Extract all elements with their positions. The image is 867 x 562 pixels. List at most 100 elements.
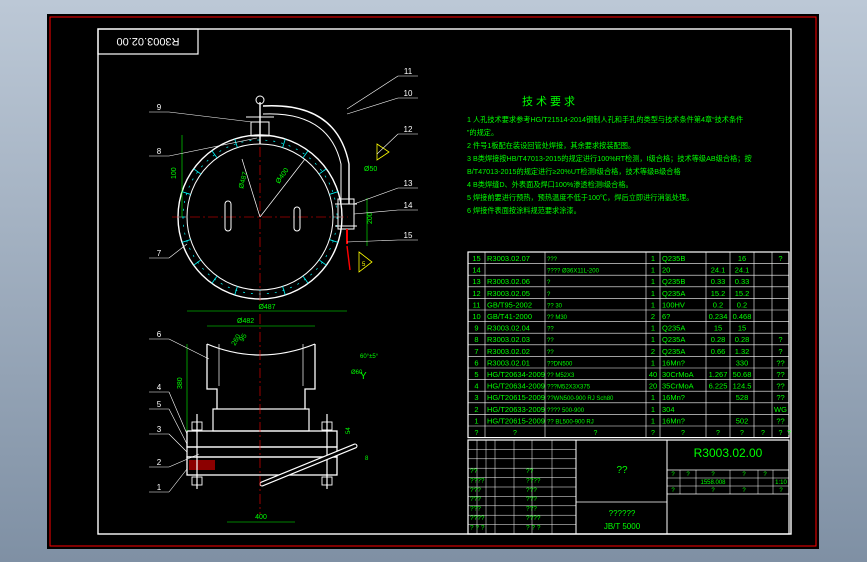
bom-cell-no: 8	[474, 335, 478, 344]
tech-line: 6 焊接件表面按涂料规范要求涂漆。	[467, 206, 581, 215]
tblock-small: ?	[779, 488, 783, 494]
bom-cell-code: HG/T20634-2009	[487, 382, 545, 391]
bom-cell-note: ??	[776, 416, 784, 425]
bom-header-cell: ?	[681, 430, 685, 437]
tblock-left-value: ???	[526, 506, 537, 513]
tblock-small: ?	[711, 488, 715, 494]
weld-symbol-1	[358, 251, 373, 273]
balloon-4: 4	[157, 383, 162, 392]
bom-cell-w1: 15.2	[711, 289, 726, 298]
bolt-tick	[302, 150, 309, 159]
tblock-left-value: ???	[526, 487, 537, 494]
tblock-company: ??????	[609, 509, 636, 518]
bom-header-cell: ?	[475, 430, 479, 437]
bom-cell-code: HG/T20634-2009	[487, 370, 545, 379]
tech-line: 5 焊接前要进行预热，预热温度不低于100℃，焊后立即进行消氢处理。	[467, 193, 693, 202]
tblock-left-value: ????	[526, 477, 541, 484]
bolt-tick	[329, 239, 339, 243]
bom-cell-code: R3003.02.07	[487, 254, 530, 263]
inner-border	[97, 28, 792, 535]
bom-cell-qty: 1	[651, 277, 655, 286]
bolt-tick	[181, 239, 191, 243]
bom-cell-qty: 40	[649, 370, 657, 379]
bom-cell-mat: Q235B	[662, 277, 685, 286]
dim-dia-2: Ø400	[275, 167, 291, 185]
dim-dia-1: Ø487	[238, 171, 249, 189]
leader-line	[168, 408, 188, 445]
bom-header-cell: ?	[787, 430, 791, 437]
tblock-left-label: ????	[470, 515, 485, 522]
tblock-code: R3003.02.00	[694, 446, 763, 460]
bom-cell-name: ???? 500-900	[547, 408, 585, 414]
dim-100: 100	[171, 167, 178, 179]
bom-cell-no: 4	[474, 382, 478, 391]
bom-header-cell: ?	[740, 430, 744, 437]
outer-border	[49, 16, 817, 547]
bom-cell-note: ??	[776, 393, 784, 402]
balloon-15: 15	[404, 231, 413, 240]
bom-cell-w2: 502	[736, 416, 749, 425]
bom-cell-name: ??DN500	[547, 361, 573, 367]
bolt-tick	[318, 259, 327, 266]
front-view: 380 Ø482 95 260 400 54 8 60°±5° Y Ø60	[177, 314, 379, 523]
bom-cell-name: ?	[547, 280, 551, 286]
balloon-1: 1	[157, 483, 162, 492]
bom-cell-note: ?	[778, 335, 782, 344]
tech-lines: 1 人孔技术要求参考HG/T21514-2014钢制人孔和手孔的类型与技术条件第…	[467, 115, 752, 215]
bolt-tick	[318, 168, 327, 175]
davit-arm-inner	[262, 113, 342, 204]
weld-neck	[212, 408, 310, 432]
davit-handle-inner	[260, 444, 357, 486]
bom-cell-code: GB/T95-2002	[487, 300, 532, 309]
bom-cell-name: ??WN500-900 RJ Sch80	[547, 396, 614, 402]
bom-cell-no: 9	[474, 324, 478, 333]
tblock-small: ?	[671, 488, 675, 494]
leader-line	[346, 239, 399, 243]
tech-title: 技术要求	[522, 95, 578, 108]
tblock-small: ?	[742, 472, 746, 478]
bom-cell-name: ?? M52X3	[547, 373, 575, 379]
bom-cell-no: 2	[474, 405, 478, 414]
bom-cell-qty: 1	[651, 254, 655, 263]
bom-cell-name: ?? BL500-900 RJ	[547, 419, 594, 425]
slot-left	[224, 200, 232, 232]
rotated-code: R3003.02.00	[117, 35, 180, 47]
bom-cell-no: 1	[474, 416, 478, 425]
bom-cell-name: ?? 30	[547, 303, 563, 309]
bom-cell-no: 6	[474, 358, 478, 367]
tblock-left-value: ????	[526, 515, 541, 522]
bom-cell-no: 15	[472, 254, 480, 263]
tech-line: 4 B类焊缝D、外表面及焊口100%渗透检测I级合格。	[467, 180, 633, 189]
tblock-left-label: ???	[470, 487, 481, 494]
bom-cell-qty: 1	[651, 405, 655, 414]
leader-line	[353, 187, 399, 205]
bom-cell-name: ??	[547, 338, 554, 344]
bom-cell-code: HG/T20633-2009	[487, 405, 545, 414]
bom-cell-note: WG	[774, 405, 787, 414]
bom-cell-name: ??	[547, 327, 554, 333]
balloon-6: 6	[157, 330, 162, 339]
tech-line: 1 人孔技术要求参考HG/T21514-2014钢制人孔和手孔的类型与技术条件第…	[467, 115, 743, 124]
bolt-tick	[211, 275, 218, 284]
dim-54: 54	[346, 427, 352, 434]
tech-requirements: 技术要求 1 人孔技术要求参考HG/T21514-2014钢制人孔和手孔的类型与…	[467, 95, 752, 215]
bom-cell-code: R3003.02.01	[487, 358, 530, 367]
bom-cell-no: 3	[474, 393, 478, 402]
balloon-14: 14	[404, 201, 413, 210]
tblock-left-label: ????	[470, 477, 485, 484]
tblock-left-label: ???	[470, 496, 481, 503]
dim-8: 8	[365, 456, 369, 462]
tblock-left-value: ? ? ?	[526, 524, 541, 531]
bom-cell-qty: 1	[651, 358, 655, 367]
slot-right	[293, 206, 301, 232]
tblock-small: ?	[671, 472, 675, 478]
dim-400: 400	[255, 514, 267, 521]
tech-line: B/T47013-2015的规定进行≥20%UT检测I级合格，技术等级B级合格	[467, 167, 681, 176]
tech-line: 2 件号1板配在装设回管处焊接，其余要求按装配图。	[467, 141, 635, 150]
tech-line: 3 B类焊接按HB/T47013-2015的规定进行100%RT检测，I级合格；…	[467, 154, 752, 163]
bom-cell-no: 14	[472, 266, 480, 275]
tblock-left-label: ? ? ?	[470, 524, 485, 531]
drawing-sheet: R3003.02.00 Ø487 Ø400 100 200 Ø50 Ø487 5…	[49, 16, 817, 547]
bom-cell-w2: 24.1	[735, 266, 750, 275]
bom-cell-code: HG/T20615-2009	[487, 393, 545, 402]
